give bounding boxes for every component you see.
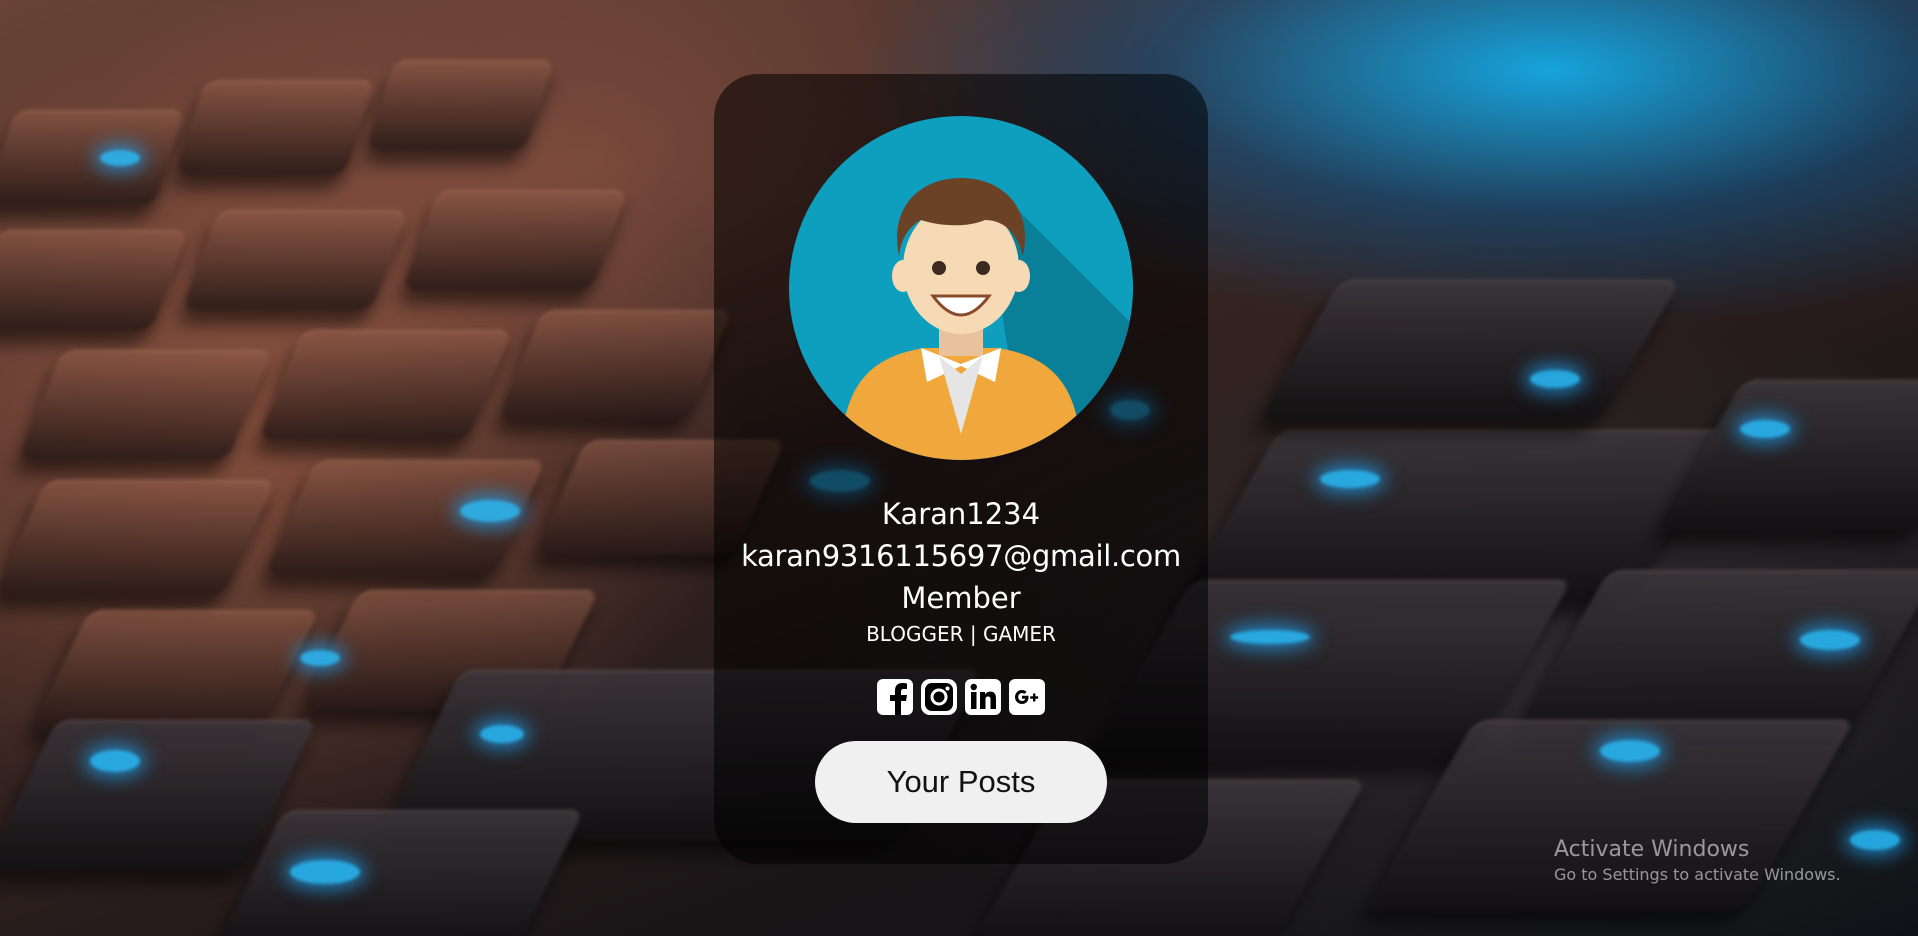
- profile-email: karan9316115697@gmail.com: [741, 539, 1181, 573]
- watermark-subtitle: Go to Settings to activate Windows.: [1554, 865, 1841, 884]
- google-plus-icon[interactable]: [1008, 678, 1046, 716]
- linkedin-icon[interactable]: [964, 678, 1002, 716]
- watermark-title: Activate Windows: [1554, 837, 1750, 862]
- windows-activation-watermark: Activate Windows Go to Settings to activ…: [1554, 836, 1841, 886]
- profile-card: Karan1234 karan9316115697@gmail.com Memb…: [714, 74, 1208, 864]
- facebook-icon[interactable]: [876, 678, 914, 716]
- profile-tags: BLOGGER | GAMER: [866, 622, 1056, 646]
- profile-role: Member: [901, 581, 1021, 615]
- instagram-icon[interactable]: [920, 678, 958, 716]
- social-links: [714, 678, 1208, 716]
- user-avatar-icon: [789, 116, 1133, 460]
- profile-username: Karan1234: [881, 497, 1041, 531]
- your-posts-button[interactable]: Your Posts: [815, 741, 1107, 823]
